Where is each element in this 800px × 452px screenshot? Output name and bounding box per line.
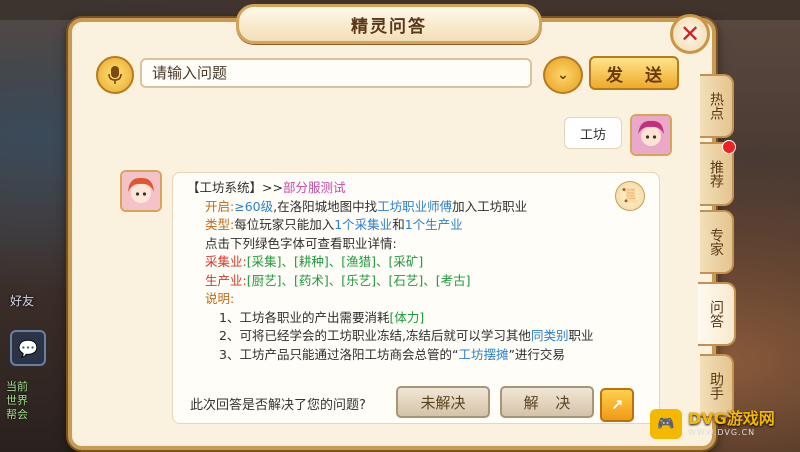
produce-line: 生产业:[厨艺]、[药术]、[乐艺]、[石艺]、[考古] xyxy=(187,272,593,291)
tab-qa[interactable]: 问答 xyxy=(698,282,736,346)
tab-recommend[interactable]: 推荐 xyxy=(700,140,736,206)
open-label: 开启: xyxy=(205,198,235,214)
chat-icon[interactable]: 💬 xyxy=(10,330,46,366)
note-text: ”进行交易 xyxy=(508,346,565,362)
open-level: ≥60级 xyxy=(234,198,274,214)
type-label: 类型: xyxy=(205,217,235,232)
tab-expert[interactable]: 专家 xyxy=(700,210,734,274)
chevron-down-icon[interactable]: ⌄ xyxy=(543,56,583,94)
click-hint: 点击下列绿色字体可查看职业详情: xyxy=(205,235,397,251)
gather-count: 1个采集业 xyxy=(334,217,393,232)
question-input[interactable] xyxy=(140,58,532,88)
user-message-bubble: 工坊 xyxy=(564,117,622,149)
produce-label: 生产业: xyxy=(205,272,247,288)
type-line: 类型:每位玩家只能加入1个采集业和1个生产业 xyxy=(187,216,593,235)
answer-header: 【工坊系统】>>部分服测试 xyxy=(187,179,593,198)
watermark-text: DVG游戏网 xyxy=(688,409,775,428)
chat-channel: 世界 xyxy=(6,394,28,407)
send-button[interactable]: 发 送 xyxy=(589,56,679,90)
solved-button[interactable]: 解 决 xyxy=(500,386,594,418)
note-text: 2、可将已经学会的工坊职业冻结,冻结后就可以学习其他 xyxy=(219,328,531,343)
note-text: 职业 xyxy=(568,328,594,343)
tab-label: 推荐 xyxy=(708,160,724,188)
note-text: 3、工坊产品只能通过洛阳工坊商会总管的“ xyxy=(219,346,459,362)
open-text: 加入工坊职业 xyxy=(452,198,528,214)
test-server-link[interactable]: 部分服测试 xyxy=(283,180,346,195)
dialog-title: 精灵问答 xyxy=(236,4,542,44)
produce-links[interactable]: [厨艺]、[药术]、[乐艺]、[石艺]、[考古] xyxy=(247,273,471,288)
close-icon[interactable]: ✕ xyxy=(670,14,710,54)
note-1: 1、工坊各职业的产出需要消耗[体力] xyxy=(187,309,593,328)
explain-label-text: 说明: xyxy=(205,291,235,306)
workshop-stall-link[interactable]: 工坊摆摊 xyxy=(458,347,508,362)
npc-link[interactable]: 工坊职业师傅 xyxy=(377,199,452,214)
scroll-icon[interactable]: 📜 xyxy=(615,181,645,211)
notification-dot xyxy=(722,140,736,154)
tab-label: 热点 xyxy=(708,92,724,120)
chat-channel-list[interactable]: 当前 世界 帮会 xyxy=(6,380,28,422)
tab-hot[interactable]: 热点 xyxy=(700,74,734,138)
same-category-link[interactable]: 同类别 xyxy=(531,328,569,343)
energy-link[interactable]: [体力] xyxy=(389,310,424,325)
answer-system-tag: 【工坊系统】>> xyxy=(187,180,283,195)
produce-count: 1个生产业 xyxy=(404,217,463,232)
explain-label: 说明: xyxy=(187,290,593,309)
feedback-question: 此次回答是否解决了您的问题? xyxy=(190,398,366,413)
tab-label: 问答 xyxy=(708,300,724,328)
note-2: 2、可将已经学会的工坊职业冻结,冻结后就可以学习其他同类别职业 xyxy=(187,327,593,346)
note-text: 1、工坊各职业的产出需要消耗 xyxy=(219,309,390,325)
chat-channel: 帮会 xyxy=(6,408,28,421)
open-line: 开启:≥60级,在洛阳城地图中找工坊职业师傅加入工坊职业 xyxy=(187,198,593,217)
unsolved-button[interactable]: 未解决 xyxy=(396,386,490,418)
share-icon[interactable]: ↗ xyxy=(600,388,634,422)
gather-label: 采集业: xyxy=(205,254,247,269)
type-text: 和 xyxy=(392,217,405,232)
chat-channel: 当前 xyxy=(6,380,28,393)
user-avatar xyxy=(630,114,672,156)
friends-label[interactable]: 好友 xyxy=(10,292,34,309)
assistant-avatar xyxy=(120,170,162,212)
watermark-url: WWW.DVG.CN xyxy=(688,428,756,437)
type-text: 每位玩家只能加入 xyxy=(234,217,335,232)
gather-links[interactable]: [采集]、[耕种]、[渔猎]、[采矿] xyxy=(247,254,424,269)
tab-label: 专家 xyxy=(708,228,724,256)
gather-line: 采集业:[采集]、[耕种]、[渔猎]、[采矿] xyxy=(187,253,593,272)
open-text: ,在洛阳城地图中找 xyxy=(273,198,378,214)
gamepad-icon: 🎮 xyxy=(650,409,682,439)
note-3: 3、工坊产品只能通过洛阳工坊商会总管的“工坊摆摊”进行交易 xyxy=(187,346,593,365)
site-watermark: 🎮 DVG游戏网 WWW.DVG.CN xyxy=(650,404,796,444)
tab-label: 助手 xyxy=(708,372,724,400)
microphone-icon[interactable] xyxy=(96,56,134,94)
